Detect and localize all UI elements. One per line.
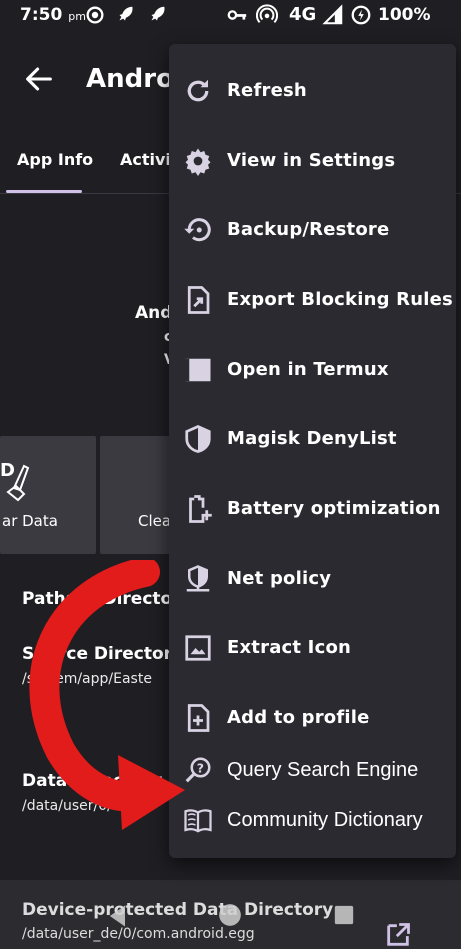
- svg-text:D: D: [0, 460, 15, 481]
- backup-restore-icon: [184, 218, 211, 242]
- overflow-menu: Refresh View in Settings Backup/Restore …: [169, 44, 456, 858]
- menu-item-view-in-settings[interactable]: View in Settings: [169, 131, 456, 191]
- paths-section-title: Paths & Director: [22, 589, 181, 609]
- clear-cache-label: Clea: [138, 512, 172, 530]
- broom-icon: D: [0, 460, 30, 502]
- rocket-icon: [119, 6, 133, 21]
- battery-saver-icon: [351, 5, 371, 25]
- menu-label: Magisk DenyList: [227, 428, 397, 449]
- device-protected-value[interactable]: /data/user_de/0/com.android.egg: [22, 926, 255, 942]
- menu-item-refresh[interactable]: Refresh: [169, 61, 456, 121]
- signal-icon: [322, 4, 343, 25]
- menu-label: Query Search Engine: [227, 759, 419, 781]
- menu-item-backup-restore[interactable]: Backup/Restore: [169, 200, 456, 260]
- source-directory-label: Source Directory: [22, 644, 184, 664]
- menu-label: Open in Termux: [227, 359, 389, 380]
- rocket-icon-2: [151, 6, 165, 21]
- gear-icon: [185, 148, 211, 176]
- refresh-icon: [187, 79, 209, 102]
- add-file-icon: [187, 704, 210, 732]
- menu-label: Add to profile: [227, 707, 370, 728]
- clear-cache-tile[interactable]: [100, 436, 180, 554]
- menu-item-battery-optimization[interactable]: Battery optimization: [169, 479, 456, 539]
- back-arrow-icon[interactable]: [22, 62, 56, 96]
- key-icon: [227, 10, 247, 20]
- menu-label: Export Blocking Rules: [227, 289, 453, 310]
- search-question-icon: ?: [185, 757, 211, 783]
- menu-label: Refresh: [227, 80, 307, 101]
- network-type: 4G: [289, 4, 317, 25]
- terminal-icon: [185, 358, 211, 382]
- battery-plus-icon: [189, 495, 212, 523]
- menu-label: Extract Icon: [227, 637, 352, 658]
- hotspot-icon: [256, 4, 278, 24]
- menu-label: Backup/Restore: [227, 219, 390, 240]
- menu-item-extract-icon[interactable]: Extract Icon: [169, 618, 456, 678]
- shield-icon: [185, 424, 211, 453]
- status-time: 7:50 pm: [20, 5, 86, 25]
- menu-label: View in Settings: [227, 150, 396, 171]
- menu-item-add-to-profile[interactable]: Add to profile: [169, 688, 456, 748]
- menu-label: Net policy: [227, 568, 332, 589]
- nav-recents-icon[interactable]: [333, 904, 355, 926]
- nav-home-icon[interactable]: [217, 902, 243, 928]
- menu-item-net-policy[interactable]: Net policy: [169, 549, 456, 609]
- open-external-icon[interactable]: [384, 921, 412, 949]
- book-icon: [184, 809, 212, 833]
- record-icon: [86, 6, 104, 24]
- net-policy-icon: [186, 565, 210, 592]
- menu-label: Community Dictionary: [227, 809, 423, 831]
- menu-label: Battery optimization: [227, 498, 441, 519]
- battery-level: 100%: [378, 5, 431, 25]
- menu-item-community-dictionary[interactable]: Community Dictionary: [169, 790, 456, 850]
- menu-item-open-in-termux[interactable]: Open in Termux: [169, 340, 456, 400]
- data-directory-label: Data Directory: [22, 771, 163, 791]
- export-icon: [187, 286, 210, 314]
- menu-item-magisk-denylist[interactable]: Magisk DenyList: [169, 409, 456, 469]
- menu-item-export-blocking-rules[interactable]: Export Blocking Rules: [169, 270, 456, 330]
- device-protected-label: Device-protected Data Directory: [22, 900, 334, 920]
- clear-data-label: ar Data: [2, 512, 58, 530]
- nav-back-icon[interactable]: [104, 902, 132, 930]
- status-bar: 7:50 pm 4G 100%: [0, 0, 461, 30]
- source-directory-value[interactable]: /system/app/Easte: [22, 671, 152, 687]
- svg-text:?: ?: [197, 761, 204, 776]
- data-directory-value[interactable]: /data/user/0/com.: [22, 798, 146, 814]
- image-icon: [185, 635, 211, 661]
- tab-app-info[interactable]: App Info: [17, 150, 93, 169]
- app-name: And: [135, 303, 173, 323]
